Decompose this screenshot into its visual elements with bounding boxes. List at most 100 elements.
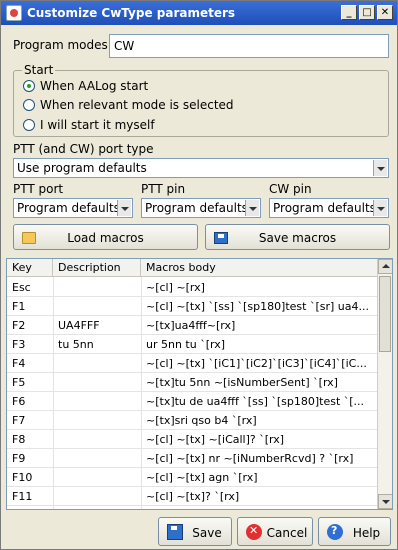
cell-key: F11 bbox=[12, 490, 33, 503]
table-row[interactable]: F4 ~[cl] ~[tx] `[iC1]`[iC2]`[iC3]`[iC4]`[… bbox=[7, 354, 378, 373]
cell-description bbox=[53, 468, 141, 487]
cell-description bbox=[53, 487, 141, 506]
minimize-button[interactable]: _ bbox=[341, 5, 357, 20]
ptt-port-type-select[interactable]: Use program defaults bbox=[13, 158, 389, 178]
table-row[interactable]: F3 tu 5nn ur 5nn tu `[rx] bbox=[7, 335, 378, 354]
cell-body: ur 5nn tu `[rx] bbox=[146, 338, 226, 351]
cell-description bbox=[53, 430, 141, 449]
table-row[interactable]: F9 ~[cl] ~[tx] nr ~[iNumberRcvd] ? `[rx] bbox=[7, 449, 378, 468]
radio-start-myself[interactable]: I will start it myself bbox=[23, 118, 155, 132]
cw-pin-select[interactable]: Program defaults bbox=[269, 198, 389, 218]
save-macros-button[interactable]: Save macros bbox=[205, 224, 390, 250]
cell-body: ~[tx]sri qso b4 `[rx] bbox=[146, 414, 257, 427]
app-icon bbox=[6, 5, 22, 21]
program-modes-label: Program modes bbox=[13, 38, 108, 52]
ptt-port-type-value: Use program defaults bbox=[17, 161, 147, 175]
ptt-pin-select[interactable]: Program defaults bbox=[141, 198, 261, 218]
cell-key: F10 bbox=[12, 471, 33, 484]
load-macros-button[interactable]: Load macros bbox=[13, 224, 198, 250]
load-macros-label: Load macros bbox=[67, 231, 144, 245]
radio-dot-icon bbox=[23, 80, 35, 92]
cell-key: Esc bbox=[12, 281, 31, 294]
cell-key: F9 bbox=[12, 452, 26, 465]
cell-body: ~[cl] ~[tx] nr ~[iNumberRcvd] ? `[rx] bbox=[146, 452, 354, 465]
macros-table[interactable]: Key Description Macros body Esc ~[cl] ~[r… bbox=[6, 258, 393, 510]
program-modes-input[interactable]: CW bbox=[109, 34, 389, 58]
cell-description bbox=[53, 354, 141, 373]
cell-description bbox=[53, 297, 141, 316]
radio-when-aalog-start[interactable]: When AALog start bbox=[23, 79, 148, 93]
cancel-button[interactable]: Cancel bbox=[237, 517, 313, 546]
chevron-down-icon[interactable] bbox=[373, 160, 387, 176]
close-button[interactable]: ✕ bbox=[377, 5, 393, 20]
chevron-down-icon[interactable] bbox=[245, 200, 259, 216]
scroll-down-icon[interactable] bbox=[378, 494, 392, 509]
radio-when-relevant-mode[interactable]: When relevant mode is selected bbox=[23, 98, 234, 112]
table-row[interactable]: F11 ~[cl] ~[tx]? `[rx] bbox=[7, 487, 378, 506]
scroll-thumb[interactable] bbox=[379, 276, 391, 352]
table-row[interactable]: F1 ~[cl] ~[tx] `[ss] `[sp180]test `[sr] u… bbox=[7, 297, 378, 316]
cell-body: ~[cl] ~[tx] `[ss] `[sp180]test `[sr] ua4… bbox=[146, 300, 370, 313]
table-row[interactable]: F6 ~[tx]tu de ua4fff `[ss] `[sp180]test `… bbox=[7, 392, 378, 411]
cell-description bbox=[53, 392, 141, 411]
table-row[interactable]: F10 ~[cl] ~[tx] agn `[rx] bbox=[7, 468, 378, 487]
cell-description bbox=[53, 411, 141, 430]
vertical-scrollbar[interactable] bbox=[377, 259, 392, 509]
cell-body: ~[cl] ~[tx] agn `[rx] bbox=[146, 471, 258, 484]
cell-body: ~[cl] ~[tx]? `[rx] bbox=[146, 490, 240, 503]
cell-description bbox=[53, 449, 141, 468]
cell-key: F4 bbox=[12, 357, 26, 370]
help-button[interactable]: Help bbox=[318, 517, 391, 546]
ptt-pin-value: Program defaults bbox=[145, 201, 248, 215]
table-row[interactable]: Esc ~[cl] ~[rx] bbox=[7, 278, 378, 297]
table-row[interactable]: F12 ~[tx] ~[imCall] tu `[rx] bbox=[7, 506, 378, 509]
floppy-disk-icon bbox=[167, 524, 183, 540]
maximize-button[interactable]: □ bbox=[359, 5, 375, 20]
title-bar[interactable]: Customize CwType parameters _ □ ✕ bbox=[1, 1, 397, 25]
save-label: Save bbox=[192, 526, 222, 540]
cell-key: F7 bbox=[12, 414, 26, 427]
column-header-key[interactable]: Key bbox=[7, 259, 53, 277]
cell-key: F2 bbox=[12, 319, 26, 332]
column-header-description[interactable]: Description bbox=[53, 259, 141, 277]
table-row[interactable]: F7 ~[tx]sri qso b4 `[rx] bbox=[7, 411, 378, 430]
cell-key: F5 bbox=[12, 376, 26, 389]
cell-body: ~[tx]tu 5nn ~[isNumberSent] `[rx] bbox=[146, 376, 338, 389]
radio-label: When AALog start bbox=[40, 79, 149, 93]
chevron-down-icon[interactable] bbox=[373, 200, 387, 216]
cell-key: F12 bbox=[7, 506, 53, 509]
table-row[interactable]: F2 UA4FFF ~[tx]ua4fff~[rx] bbox=[7, 316, 378, 335]
cell-key: F1 bbox=[12, 300, 26, 313]
scroll-up-icon[interactable] bbox=[378, 259, 392, 274]
save-button[interactable]: Save bbox=[158, 517, 232, 546]
cell-body: ~[tx]ua4fff~[rx] bbox=[146, 319, 236, 332]
help-label: Help bbox=[352, 526, 381, 540]
window-title: Customize CwType parameters bbox=[27, 6, 236, 20]
ptt-port-label: PTT port bbox=[13, 182, 64, 196]
cell-body: ~[tx] ~[imCall] tu `[rx] bbox=[141, 506, 378, 509]
cell-body: ~[tx]tu de ua4fff `[ss] `[sp180]test `[.… bbox=[146, 395, 365, 408]
column-header-body[interactable]: Macros body bbox=[141, 259, 378, 277]
radio-label: I will start it myself bbox=[40, 118, 155, 132]
cell-description bbox=[53, 278, 141, 297]
table-row[interactable]: F5 ~[tx]tu 5nn ~[isNumberSent] `[rx] bbox=[7, 373, 378, 392]
cancel-label: Cancel bbox=[266, 526, 308, 540]
radio-dot-icon bbox=[23, 119, 35, 131]
cell-description: tu 5nn bbox=[58, 338, 94, 351]
cell-body: ~[cl] ~[tx] ~[iCall]? `[rx] bbox=[146, 433, 285, 446]
cell-key: F6 bbox=[12, 395, 26, 408]
table-row[interactable]: F8 ~[cl] ~[tx] ~[iCall]? `[rx] bbox=[7, 430, 378, 449]
start-legend: Start bbox=[22, 63, 56, 77]
cancel-icon bbox=[246, 524, 262, 540]
cw-pin-value: Program defaults bbox=[273, 201, 376, 215]
chevron-down-icon[interactable] bbox=[117, 200, 131, 216]
dialog-window: Customize CwType parameters _ □ ✕ Progra… bbox=[0, 0, 398, 550]
radio-dot-icon bbox=[23, 99, 35, 111]
cell-description bbox=[53, 373, 141, 392]
save-macros-label: Save macros bbox=[258, 231, 337, 245]
ptt-port-value: Program defaults bbox=[17, 201, 120, 215]
cell-description bbox=[53, 506, 141, 509]
ptt-port-select[interactable]: Program defaults bbox=[13, 198, 133, 218]
ptt-port-type-label: PTT (and CW) port type bbox=[13, 142, 154, 156]
cell-description: UA4FFF bbox=[58, 319, 100, 332]
